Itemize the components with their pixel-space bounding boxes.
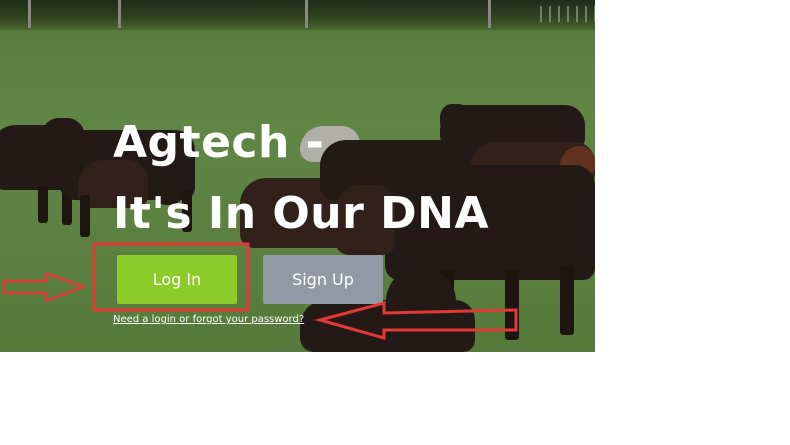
headline-line-1: Agtech -	[113, 117, 325, 168]
help-link[interactable]: Need a login or forgot your password?	[113, 314, 304, 325]
headline-line-2: It's In Our DNA	[113, 188, 490, 239]
login-button[interactable]: Log In	[117, 255, 237, 304]
hero-banner: Agtech - It's In Our DNA Log In Sign Up …	[0, 0, 595, 352]
signup-button[interactable]: Sign Up	[263, 255, 383, 304]
